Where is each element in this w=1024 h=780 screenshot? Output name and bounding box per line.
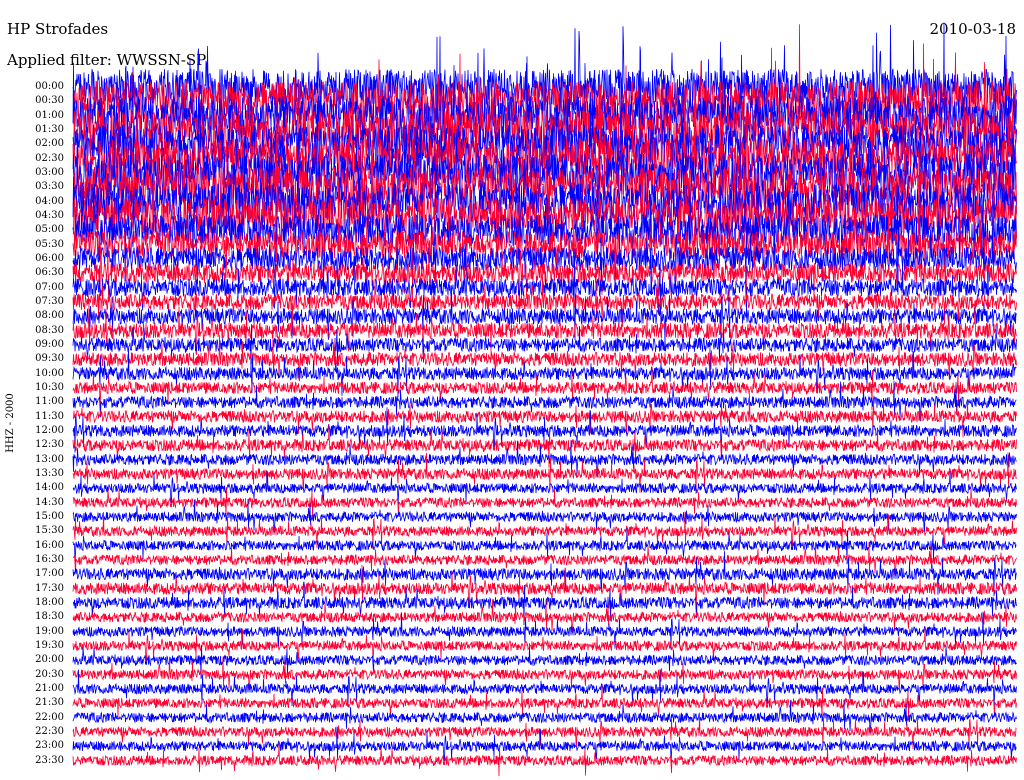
helicorder-page: HP Strofades 2010-03-18 Applied filter: … bbox=[0, 0, 1024, 780]
seismogram-plot bbox=[72, 22, 1017, 777]
